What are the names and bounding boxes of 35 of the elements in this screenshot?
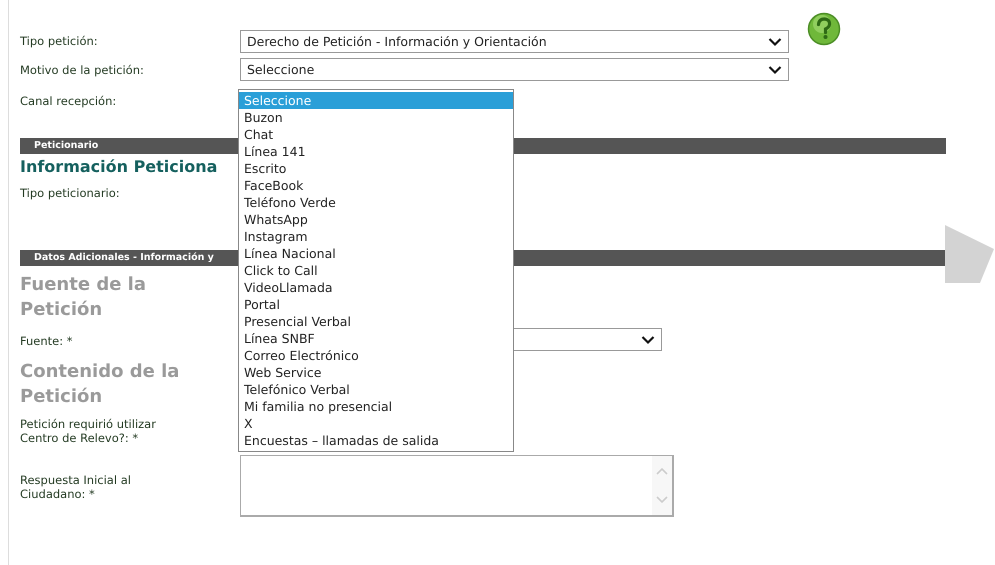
dropdown-option[interactable]: Línea SNBF: [239, 330, 513, 347]
dropdown-option[interactable]: Web Service: [239, 364, 513, 381]
section-heading: Fuente de la Petición: [20, 273, 147, 322]
dropdown-option[interactable]: Instagram: [239, 228, 513, 245]
dropdown-option[interactable]: Teléfono Verde: [239, 194, 513, 211]
dropdown-option[interactable]: WhatsApp: [239, 211, 513, 228]
scroll-down-icon[interactable]: [656, 496, 668, 504]
dropdown-option[interactable]: FaceBook: [239, 177, 513, 194]
field-label: Fuente: *: [20, 333, 74, 348]
chevron-down-icon: [768, 64, 782, 74]
section-heading: Contenido de la Petición: [20, 360, 180, 409]
section-heading: Información Peticiona: [20, 156, 218, 178]
dropdown-option[interactable]: VideoLlamada: [239, 279, 513, 296]
help-icon[interactable]: [807, 12, 841, 46]
petition-reason-select[interactable]: Seleccione: [240, 58, 789, 81]
dropdown-option[interactable]: Correo Electrónico: [239, 347, 513, 364]
field-label: Tipo petición:: [20, 33, 99, 48]
dropdown-option[interactable]: X: [239, 415, 513, 432]
petition-type-select[interactable]: Derecho de Petición - Información y Orientación: [240, 30, 789, 53]
response-textarea[interactable]: [240, 455, 674, 517]
dropdown-option[interactable]: Portal: [239, 296, 513, 313]
dropdown-option[interactable]: Escrito: [239, 160, 513, 177]
field-label: Respuesta Inicial al Ciudadano: *: [20, 472, 132, 501]
field-label: Motivo de la petición:: [20, 62, 145, 77]
chevron-down-icon: [641, 334, 655, 344]
dropdown-option[interactable]: Encuestas – llamadas de salida: [239, 432, 513, 449]
scroll-up-icon[interactable]: [656, 466, 668, 475]
field-label: Petición requirió utilizar Centro de Relevo?: *: [20, 417, 157, 445]
dropdown-option[interactable]: Telefónico Verbal: [239, 381, 513, 398]
dropdown-option[interactable]: Presencial Verbal: [239, 313, 513, 330]
field-label: Canal recepción:: [20, 93, 118, 108]
field-label: Tipo peticionario:: [20, 186, 121, 200]
chevron-down-icon: [768, 36, 782, 46]
dropdown-option[interactable]: Mi familia no presencial: [239, 398, 513, 415]
dropdown-option[interactable]: Buzon: [239, 109, 513, 126]
